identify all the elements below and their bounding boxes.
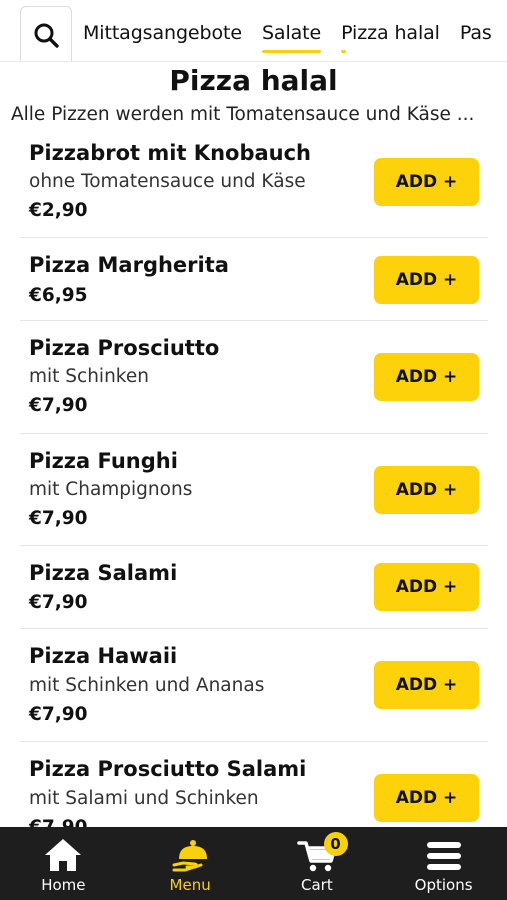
- item-price: €7,90: [29, 816, 88, 827]
- item-description: ohne Tomatensauce und Käse: [29, 171, 306, 192]
- category-tabs: Mittagsangebote Salate Pizza halal Pas: [83, 0, 507, 61]
- search-icon: [34, 23, 59, 48]
- section-description: Alle Pizzen werden mit Tomatensauce und …: [11, 104, 475, 125]
- section-title: Pizza halal: [169, 64, 338, 97]
- nav-options[interactable]: Options: [380, 827, 507, 900]
- item-name: Pizza Prosciutto: [29, 336, 220, 360]
- nav-label: Cart: [301, 876, 333, 894]
- item-price: €7,90: [29, 508, 88, 529]
- item-price: €7,90: [29, 704, 88, 725]
- category-bar: Mittagsangebote Salate Pizza halal Pas: [0, 0, 507, 62]
- add-button[interactable]: ADD +: [374, 774, 479, 822]
- tab-label: Pas: [459, 22, 492, 44]
- tab-label: Mittagsangebote: [83, 22, 242, 44]
- nav-menu[interactable]: Menu: [127, 827, 254, 900]
- nav-label: Menu: [169, 876, 211, 894]
- menu-list: Pizzabrot mit Knobauch ohne Tomatensauce…: [20, 134, 488, 827]
- cloche-icon: [172, 840, 208, 872]
- nav-cart[interactable]: 0 Cart: [254, 827, 381, 900]
- item-description: mit Salami und Schinken: [29, 788, 259, 809]
- tab-pizza-halal[interactable]: Pizza halal: [341, 0, 440, 61]
- menu-item: Pizza Prosciutto mit Schinken €7,90 ADD …: [20, 321, 488, 434]
- menu-item: Pizzabrot mit Knobauch ohne Tomatensauce…: [20, 134, 488, 238]
- item-name: Pizza Hawaii: [29, 644, 178, 668]
- cart-count-badge: 0: [323, 832, 348, 856]
- add-button[interactable]: ADD +: [374, 563, 479, 611]
- home-icon: [45, 839, 82, 871]
- tab-mittagsangebote[interactable]: Mittagsangebote: [83, 0, 242, 61]
- tab-pasta[interactable]: Pas: [459, 0, 492, 61]
- nav-icon-wrap: [171, 827, 209, 873]
- item-price: €2,90: [29, 200, 88, 221]
- menu-item: Pizza Prosciutto Salami mit Salami und S…: [20, 742, 488, 827]
- search-button[interactable]: [20, 6, 72, 61]
- menu-icon: [426, 842, 461, 870]
- item-name: Pizzabrot mit Knobauch: [29, 141, 312, 165]
- item-price: €7,90: [29, 592, 88, 613]
- item-description: mit Champignons: [29, 479, 193, 500]
- add-button[interactable]: ADD +: [374, 158, 479, 206]
- add-button[interactable]: ADD +: [374, 353, 479, 401]
- menu-item: Pizza Hawaii mit Schinken und Ananas €7,…: [20, 629, 488, 742]
- item-description: mit Schinken und Ananas: [29, 675, 265, 696]
- add-button[interactable]: ADD +: [374, 661, 479, 709]
- tab-label: Pizza halal: [341, 22, 440, 44]
- menu-item: Pizza Margherita €6,95 ADD +: [20, 238, 488, 321]
- nav-label: Options: [414, 876, 473, 894]
- nav-icon-wrap: [426, 827, 462, 873]
- item-name: Pizza Prosciutto Salami: [29, 757, 307, 781]
- nav-label: Home: [41, 876, 86, 894]
- tab-label: Salate: [261, 22, 322, 44]
- bottom-nav: Home Menu 0 Cart Options: [0, 827, 507, 900]
- item-description: mit Schinken: [29, 366, 149, 387]
- tab-salate[interactable]: Salate: [261, 0, 322, 61]
- nav-home[interactable]: Home: [0, 827, 127, 900]
- menu-item: Pizza Salami €7,90 ADD +: [20, 546, 488, 629]
- tab-indicator: [341, 50, 347, 53]
- item-name: Pizza Salami: [29, 561, 178, 585]
- add-button[interactable]: ADD +: [374, 256, 479, 304]
- item-price: €6,95: [29, 285, 88, 306]
- item-name: Pizza Margherita: [29, 253, 229, 277]
- menu-item: Pizza Funghi mit Champignons €7,90 ADD +: [20, 434, 488, 546]
- nav-icon-wrap: [43, 827, 83, 873]
- item-name: Pizza Funghi: [29, 449, 178, 473]
- add-button[interactable]: ADD +: [374, 466, 479, 514]
- item-price: €7,90: [29, 395, 88, 416]
